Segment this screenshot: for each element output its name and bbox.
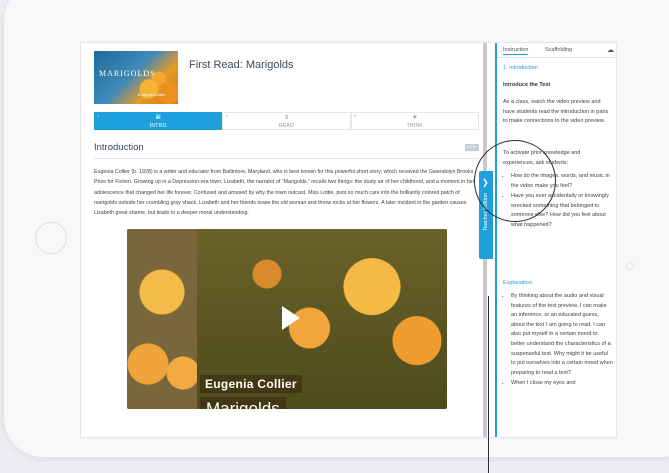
thumbnail-title: MARIGOLDS — [99, 69, 156, 78]
tab-instruction[interactable]: Instruction — [503, 47, 529, 55]
explanation-label: Explanation: — [503, 280, 534, 286]
panel-section-label: 1. Introduction — [503, 65, 538, 71]
video-player[interactable]: Eugenia Collier Marigolds — [127, 229, 447, 409]
callout-line — [488, 296, 489, 473]
list-item: When I close my eyes and — [511, 379, 613, 389]
cloud-icon[interactable]: ☁ — [607, 46, 614, 54]
lesson-title: First Read: Marigolds — [189, 59, 294, 71]
lesson-steps: 1 ⌘ INTRO 2 ≡ READ 3 ☀ THINK — [94, 112, 479, 130]
audio-button[interactable]: AUDIO — [465, 144, 479, 151]
think-icon: ☀ — [412, 115, 418, 121]
list-item: By thinking about the audio and visual f… — [511, 292, 613, 378]
step-think[interactable]: 3 ☀ THINK — [350, 112, 479, 130]
tab-scaffolding[interactable]: Scaffolding — [545, 47, 572, 53]
panel-tabs: Instruction Scaffolding ☁ — [497, 44, 616, 58]
teacher-panel: Instruction Scaffolding ☁ 1. Introductio… — [497, 43, 616, 437]
play-icon[interactable] — [282, 306, 300, 330]
read-icon: ≡ — [284, 115, 289, 121]
callout-circle — [474, 140, 556, 222]
tablet-home-button — [35, 222, 67, 254]
lesson-main: MARIGOLDS Eugenia Collier First Read: Ma… — [81, 43, 479, 437]
intro-icon: ⌘ — [155, 115, 162, 121]
step-label: THINK — [406, 123, 424, 129]
step-label: READ — [278, 123, 295, 129]
panel-subheading: Introduce the Text — [503, 82, 551, 88]
step-label: INTRO — [149, 123, 167, 129]
thumbnail-author: Eugenia Collier — [138, 92, 166, 97]
stage: MARIGOLDS Eugenia Collier First Read: Ma… — [0, 0, 669, 473]
section-header: Introduction AUDIO — [94, 139, 479, 159]
panel-paragraph: As a class, watch the video preview and … — [503, 99, 609, 125]
tablet-camera-dot — [626, 262, 634, 270]
video-caption-title: Marigolds — [200, 397, 286, 409]
app-screen: MARIGOLDS Eugenia Collier First Read: Ma… — [80, 42, 617, 438]
video-caption-author: Eugenia Collier — [200, 375, 302, 393]
lesson-thumbnail: MARIGOLDS Eugenia Collier — [94, 51, 178, 104]
step-read[interactable]: 2 ≡ READ — [222, 112, 351, 130]
explanation-list: By thinking about the audio and visual f… — [511, 292, 613, 390]
intro-paragraph: Eugenia Collier (b. 1928) is a writer an… — [94, 169, 475, 217]
video-side-image — [127, 229, 197, 409]
section-title: Introduction — [94, 142, 144, 153]
lesson-header: MARIGOLDS Eugenia Collier First Read: Ma… — [94, 51, 474, 104]
step-intro[interactable]: 1 ⌘ INTRO — [94, 112, 223, 130]
